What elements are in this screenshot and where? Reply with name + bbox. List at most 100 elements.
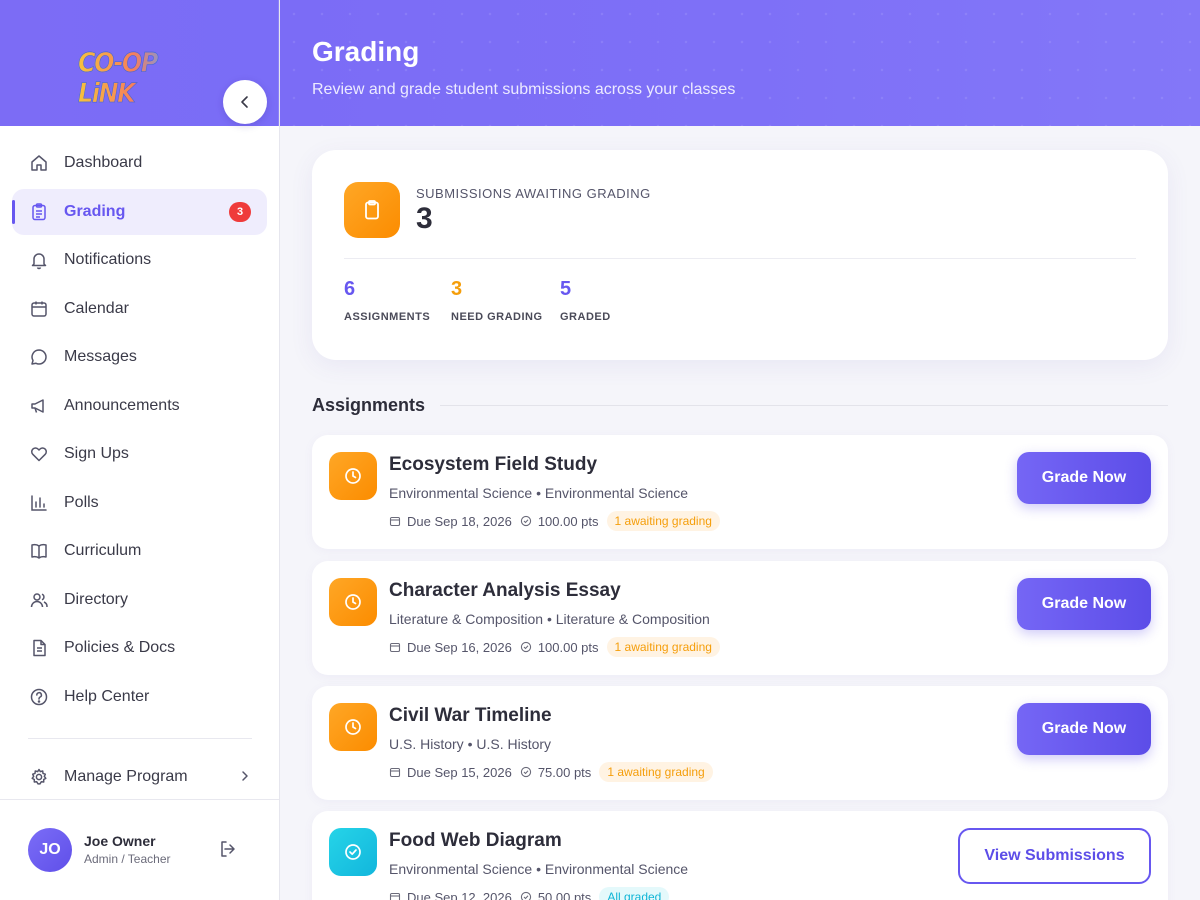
section-divider <box>440 405 1168 406</box>
section-title: Assignments <box>312 395 426 415</box>
clock-icon <box>329 452 377 500</box>
sidebar-item-notifications[interactable]: Notifications <box>12 237 267 283</box>
page-subtitle: Review and grade student submissions acr… <box>312 81 736 98</box>
home-icon <box>28 152 50 174</box>
sidebar-item-policies-docs[interactable]: Policies & Docs <box>12 625 267 671</box>
users-icon <box>28 589 50 611</box>
grade-now-button[interactable]: Grade Now <box>1017 578 1151 630</box>
stat-label: GRADED <box>560 311 611 323</box>
footer-divider <box>0 799 279 800</box>
gear-icon <box>28 766 50 788</box>
stat-value: 5 <box>560 278 572 300</box>
collapse-sidebar-button[interactable] <box>223 80 267 124</box>
avatar[interactable]: JO <box>28 828 72 872</box>
summary-count: 3 <box>416 202 433 235</box>
points: 75.00 pts <box>537 764 592 780</box>
chevron-left-icon <box>241 96 248 108</box>
assignment-subject: Environmental Science • Environmental Sc… <box>389 485 689 501</box>
assignment-subject: Environmental Science • Environmental Sc… <box>389 861 689 877</box>
summary-label: SUBMISSIONS AWAITING GRADING <box>416 186 651 201</box>
sidebar-item-polls[interactable]: Polls <box>12 480 267 526</box>
sidebar: CO-OP LiNK Dashboard Grading 3 Notificat… <box>0 0 280 900</box>
check-circle-icon <box>520 766 532 778</box>
calendar-icon <box>389 891 401 900</box>
sidebar-item-sign-ups[interactable]: Sign Ups <box>12 431 267 477</box>
assignment-card[interactable]: Civil War Timeline U.S. History • U.S. H… <box>312 686 1168 800</box>
page-header: Grading Review and grade student submiss… <box>280 0 1200 126</box>
points: 100.00 pts <box>537 639 599 655</box>
clock-icon <box>329 578 377 626</box>
sidebar-item-label: Polls <box>64 493 99 511</box>
sidebar-item-label: Curriculum <box>64 542 142 559</box>
clipboard-icon <box>344 182 400 238</box>
bar-chart-icon <box>28 492 50 514</box>
chevron-right-icon <box>239 769 251 787</box>
grading-count-badge: 3 <box>229 201 251 222</box>
calendar-icon <box>389 766 401 778</box>
summary-divider <box>344 258 1136 259</box>
sidebar-item-label: Sign Ups <box>64 445 129 462</box>
sidebar-item-label: Dashboard <box>64 154 143 171</box>
clipboard-icon <box>28 201 50 223</box>
sidebar-item-label: Policies & Docs <box>64 639 176 656</box>
status-badge: All graded <box>599 887 670 900</box>
assignment-subject: Literature & Composition • Literature & … <box>389 611 710 627</box>
sidebar-item-grading[interactable]: Grading 3 <box>12 188 267 235</box>
check-circle-icon <box>520 515 532 527</box>
check-circle-icon <box>329 828 377 876</box>
sidebar-item-announcements[interactable]: Announcements <box>12 383 267 429</box>
sidebar-item-curriculum[interactable]: Curriculum <box>12 528 267 574</box>
sidebar-item-help-center[interactable]: Help Center <box>12 674 267 720</box>
assignment-title: Civil War Timeline <box>389 705 552 726</box>
assignment-subject: U.S. History • U.S. History <box>389 736 552 752</box>
megaphone-icon <box>28 395 50 417</box>
stat-value: 3 <box>451 278 463 300</box>
logout-button[interactable] <box>218 839 240 861</box>
check-circle-icon <box>520 641 532 653</box>
stat-graded: 5 GRADED <box>560 278 611 323</box>
bell-icon <box>28 249 50 271</box>
app-logo[interactable]: CO-OP LiNK <box>78 47 202 109</box>
assignment-title: Ecosystem Field Study <box>389 454 598 475</box>
sidebar-item-directory[interactable]: Directory <box>12 577 267 623</box>
sidebar-item-calendar[interactable]: Calendar <box>12 286 267 332</box>
chat-bubble-icon <box>28 346 50 368</box>
logout-icon <box>221 841 235 857</box>
sidebar-item-label: Manage Program <box>64 768 188 785</box>
grading-summary-card: SUBMISSIONS AWAITING GRADING 3 6 ASSIGNM… <box>312 150 1168 360</box>
assignment-meta: Due Sep 12, 2026 50.00 pts All graded <box>389 887 670 900</box>
user-profile: JO Joe Owner Admin / Teacher <box>28 828 258 872</box>
sidebar-item-messages[interactable]: Messages <box>12 334 267 380</box>
status-badge: 1 awaiting grading <box>599 762 713 782</box>
stat-assignments: 6 ASSIGNMENTS <box>344 278 430 323</box>
document-icon <box>28 637 50 659</box>
sidebar-nav: Dashboard Grading 3 Notifications Calend… <box>12 140 267 722</box>
sidebar-item-label: Announcements <box>64 396 180 414</box>
sidebar-header: CO-OP LiNK <box>0 0 279 126</box>
grade-now-button[interactable]: Grade Now <box>1017 452 1151 504</box>
sidebar-item-label: Calendar <box>64 299 129 317</box>
stat-label: NEED GRADING <box>451 311 543 323</box>
clock-icon <box>329 703 377 751</box>
assignment-card[interactable]: Food Web Diagram Environmental Science •… <box>312 811 1168 900</box>
nav-divider <box>28 738 252 739</box>
sidebar-item-label: Directory <box>64 590 129 608</box>
due-date: Due Sep 12, 2026 <box>407 889 512 900</box>
sidebar-item-manage-program[interactable]: Manage Program <box>12 754 267 800</box>
sidebar-item-dashboard[interactable]: Dashboard <box>12 140 267 186</box>
calendar-icon <box>389 515 401 527</box>
status-badge: 1 awaiting grading <box>606 511 720 531</box>
points: 100.00 pts <box>537 513 599 529</box>
points: 50.00 pts <box>537 889 592 900</box>
assignment-card[interactable]: Ecosystem Field Study Environmental Scie… <box>312 435 1168 549</box>
sidebar-item-label: Help Center <box>64 687 150 705</box>
due-date: Due Sep 16, 2026 <box>407 639 512 655</box>
sidebar-item-label: Grading <box>64 202 126 220</box>
manage-program-section: Manage Program <box>12 754 267 803</box>
view-submissions-button[interactable]: View Submissions <box>958 828 1151 884</box>
heart-icon <box>28 443 50 465</box>
user-name: Joe Owner <box>84 833 156 849</box>
assignment-card[interactable]: Character Analysis Essay Literature & Co… <box>312 561 1168 675</box>
calendar-icon <box>28 298 50 320</box>
grade-now-button[interactable]: Grade Now <box>1017 703 1151 755</box>
